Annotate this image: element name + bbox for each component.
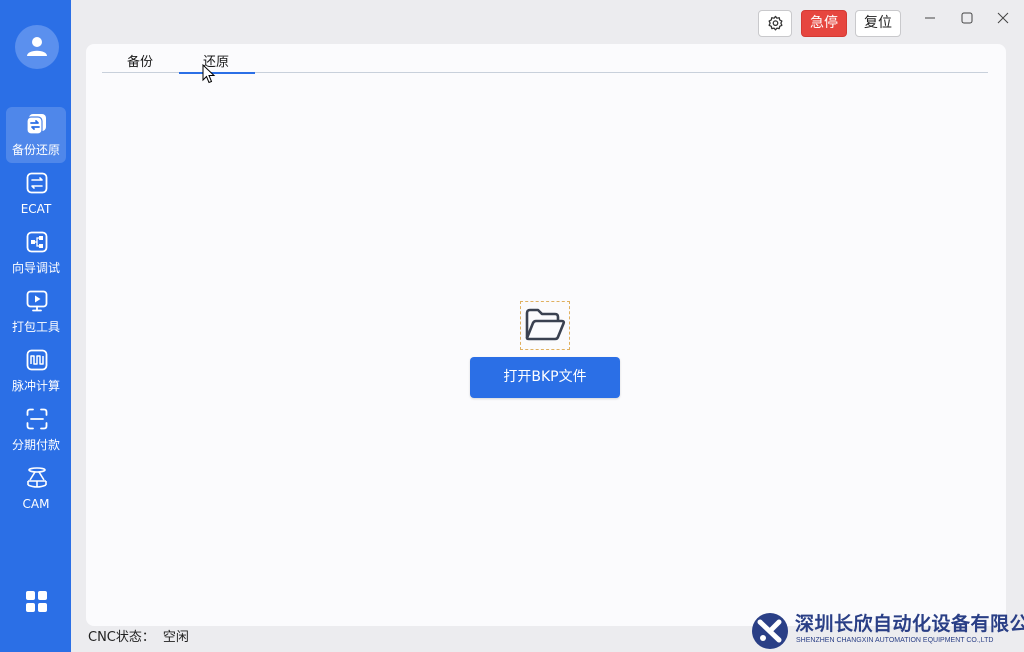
apps-grid-icon[interactable] [26,591,48,613]
emergency-stop-button[interactable]: 急停 [801,10,847,37]
ecat-icon [26,172,48,194]
settings-button[interactable] [758,10,792,37]
pulse-calc-icon [26,349,48,371]
close-icon [997,12,1009,24]
sidebar-item-label: 脉冲计算 [11,379,60,393]
minimize-icon [925,17,935,19]
cam-icon [27,467,47,488]
maximize-icon [961,12,973,24]
watermark-company-en: SHENZHEN CHANGXIN AUTOMATION EQUIPMENT C… [796,637,994,644]
reset-button[interactable]: 复位 [855,10,901,37]
user-avatar-icon [27,37,47,56]
maximize-button[interactable] [957,8,977,28]
sidebar-item-package-tool[interactable]: 打包工具 [6,284,66,340]
installment-icon [26,408,48,430]
package-tool-icon [26,290,48,312]
company-logo-icon [752,613,788,649]
sidebar-item-label: 打包工具 [11,320,60,334]
sidebar-item-label: ECAT [20,202,52,216]
tab-backup[interactable]: 备份 [127,54,153,74]
sidebar-item-installment[interactable]: 分期付款 [6,402,66,458]
wizard-debug-icon [26,231,48,253]
folder-open-icon[interactable] [520,301,570,350]
user-avatar[interactable] [15,25,59,69]
sidebar-item-label: 备份还原 [11,143,60,157]
cnc-status-label: CNC状态： [88,630,155,645]
sidebar-item-cam[interactable]: CAM [6,461,66,517]
gear-icon [768,15,783,31]
cnc-status-value: 空闲 [162,630,189,645]
close-button[interactable] [993,8,1013,28]
minimize-button[interactable] [920,8,940,28]
watermark-company-cn: 深圳长欣自动化设备有限公司 [795,613,1024,635]
sidebar-item-label: 向导调试 [11,261,60,275]
sidebar-item-backup-restore[interactable]: 备份还原 [6,107,66,163]
sidebar-item-label: 分期付款 [11,438,60,452]
sidebar-item-ecat[interactable]: ECAT [6,166,66,222]
mouse-cursor-icon [202,64,216,84]
open-bkp-file-button[interactable]: 打开BKP文件 [470,357,620,398]
sidebar-item-wizard-debug[interactable]: 向导调试 [6,225,66,281]
sidebar: 备份还原 ECAT 向导调试 打包工具 脉冲计算 分期付款 CAM [0,0,71,652]
sidebar-item-pulse-calc[interactable]: 脉冲计算 [6,343,66,399]
cnc-status-bar: CNC状态： 空闲 [88,630,189,646]
sidebar-item-label: CAM [22,497,50,511]
backup-restore-icon [26,114,46,135]
main-panel: 备份 还原 打开BKP文件 [86,44,1006,626]
